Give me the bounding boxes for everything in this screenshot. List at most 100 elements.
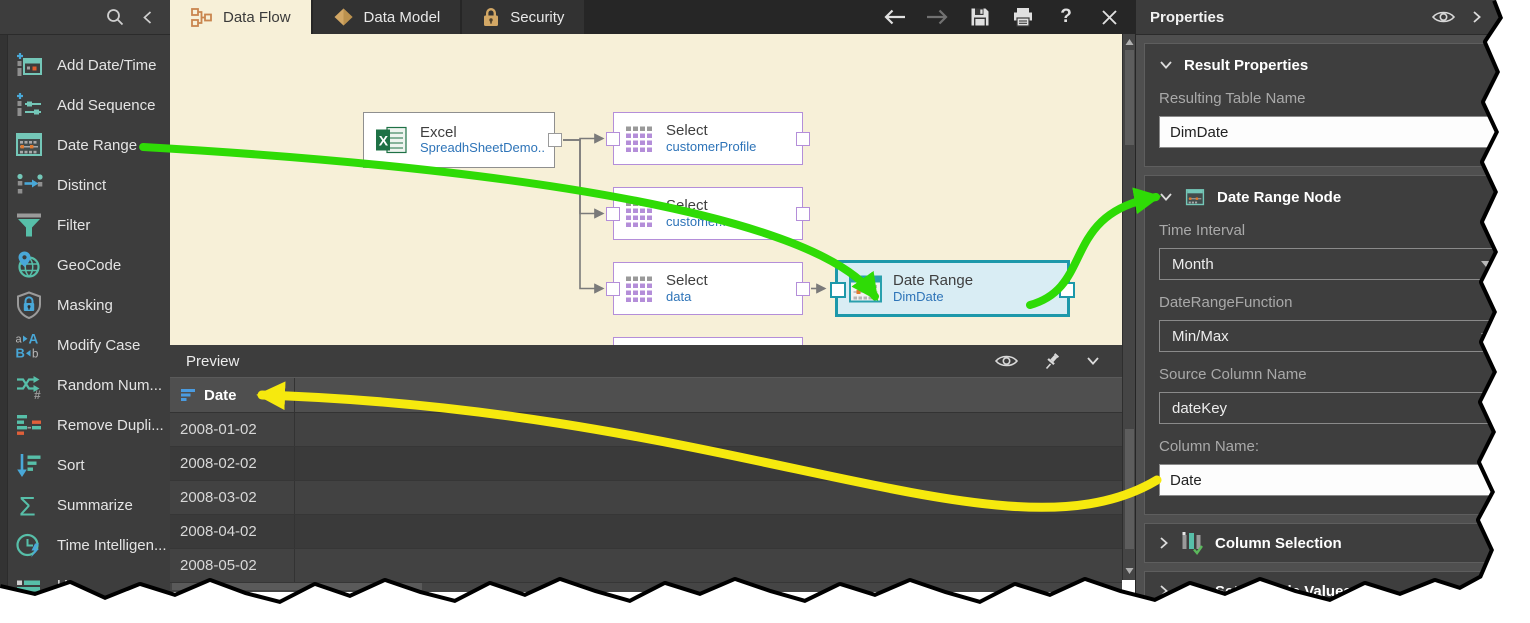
node-select-customerprofile[interactable]: SelectcustomerProfile [613,112,803,165]
section-header-column-selection[interactable]: Column Selection [1159,532,1505,554]
chevron-down-icon [1159,60,1173,70]
time-interval-dropdown[interactable]: Month [1159,248,1505,280]
sidebar-item-date-range[interactable]: Date Range [8,125,170,165]
properties-sections: Result PropertiesResulting Table NameDim… [1136,43,1530,611]
output-port[interactable] [796,132,810,146]
select-icon [624,124,656,154]
close-icon [1101,9,1118,26]
dataflow-canvas[interactable]: XExcelSpreadhSheetDemo... SelectcustomerP… [170,34,1122,345]
back-button[interactable] [882,5,906,29]
print-button[interactable] [1011,5,1035,29]
caret-down-icon [1480,404,1492,412]
preview-grid-rows: 2008-01-022008-02-022008-03-022008-04-02… [170,413,1122,583]
dropdown-value: dateKey [1172,400,1227,417]
table-row: 2008-05-02 [170,549,1122,583]
date-range-function-dropdown[interactable]: Min/Max [1159,320,1505,352]
date-range-icon [13,129,45,161]
sidebar-item-add-sequence[interactable]: Add Sequence [8,85,170,125]
sidebar-item-geocode[interactable]: GeoCode [8,245,170,285]
chevron-right-icon[interactable] [1472,10,1482,24]
close-button[interactable] [1097,5,1121,29]
section-header-set-variable-values[interactable]: #@Set Variable Values [1159,580,1505,602]
node-text: Selectdata [666,272,708,304]
scroll-thumb[interactable] [1125,50,1134,145]
output-port[interactable] [1059,282,1075,298]
resulting-table-name-input[interactable]: DimDate [1159,116,1505,148]
output-port[interactable] [796,207,810,221]
chevron-right-icon [1159,584,1169,598]
sidebar-item-label: Add Date/Time [57,57,157,74]
time-intelligence-icon [13,529,45,561]
sidebar-item-sort[interactable]: Sort [8,445,170,485]
node-select-customer[interactable]: Selectcustomer... [613,187,803,240]
node-subtitle: customerProfile [666,140,756,155]
node-excel-spreadhsheetdemo[interactable]: XExcelSpreadhSheetDemo... [363,112,555,168]
sidebar-item-un[interactable]: Un... [8,565,170,605]
search-icon[interactable] [105,7,125,27]
source-column-name-label: Source Column Name [1159,366,1505,383]
eye-icon[interactable] [994,353,1019,369]
column-header-date[interactable]: Date [170,378,295,412]
date-range-small-icon [1184,187,1206,208]
sidebar-item-filter[interactable]: Filter [8,205,170,245]
vertical-scrollbar[interactable] [1122,34,1136,580]
main-toolbar: ? [882,0,1135,34]
help-icon: ? [1060,6,1072,28]
tab-security[interactable]: Security [462,0,584,34]
source-column-name-dropdown[interactable]: dateKey [1159,392,1505,424]
input-port[interactable] [606,207,620,221]
scroll-thumb[interactable] [1125,429,1134,549]
section-header-result-properties[interactable]: Result Properties [1159,54,1505,76]
sidebar-item-time-intelligen[interactable]: Time Intelligen... [8,525,170,565]
table-row: 2008-03-02 [170,481,1122,515]
node-select-data[interactable]: Selectdata [613,262,803,315]
input-port[interactable] [606,132,620,146]
column-name-label: Column Name: [1159,438,1505,455]
tab-data-model[interactable]: Data Model [313,0,461,34]
preview-panel: Preview Date 2008-01-022008-02-022008-03… [170,345,1122,580]
properties-panel: Properties Result PropertiesResulting Ta… [1135,0,1530,623]
svg-text:B: B [16,346,25,361]
modify-case-icon: aABb [13,329,45,361]
pin-icon[interactable] [1043,352,1062,371]
sidebar-item-modify-case[interactable]: aABbModify Case [8,325,170,365]
collapse-sidebar-icon[interactable] [141,10,154,25]
node-select4[interactable] [613,337,803,345]
sidebar-item-summarize[interactable]: ΣSummarize [8,485,170,525]
tab-label: Data Flow [223,9,291,26]
set-variable-icon: #@ [1180,579,1204,603]
transform-sidebar: Add Date/Time Add Sequence Date RangeDisti… [0,0,170,612]
remove-duplicates-icon [13,409,45,441]
scroll-thumb[interactable] [172,582,422,590]
node-date-range-dimdate[interactable]: Date RangeDimDate [835,260,1070,317]
sidebar-item-random-num[interactable]: #Random Num... [8,365,170,405]
date-range-function-label: DateRangeFunction [1159,294,1505,311]
help-button[interactable]: ? [1054,5,1078,29]
dropdown-value: Min/Max [1172,328,1229,345]
input-port[interactable] [830,282,846,298]
chevron-down-icon[interactable] [1086,356,1100,366]
node-title: Select [666,122,756,139]
output-port[interactable] [796,282,810,296]
properties-header: Properties [1136,0,1530,35]
save-button[interactable] [968,5,992,29]
section-title: Result Properties [1184,57,1308,74]
sidebar-item-masking[interactable]: Masking [8,285,170,325]
forward-button[interactable] [925,5,949,29]
sidebar-item-add-date-time[interactable]: Add Date/Time [8,45,170,85]
node-text: ExcelSpreadhSheetDemo... [420,124,544,156]
input-port[interactable] [606,282,620,296]
column-name-input[interactable]: Date [1159,464,1505,496]
output-port[interactable] [548,133,562,147]
document-tabbar: Data Flow Data Model Security? [170,0,1135,34]
sidebar-item-label: Add Sequence [57,97,155,114]
table-cell-date: 2008-05-02 [170,549,295,582]
sidebar-item-label: Summarize [57,497,133,514]
tab-data-flow[interactable]: Data Flow [170,0,311,34]
select-icon [624,199,656,229]
sidebar-item-distinct[interactable]: Distinct [8,165,170,205]
eye-icon[interactable] [1431,9,1456,25]
section-header-date-range-node[interactable]: Date Range Node [1159,186,1505,208]
tab-label: Data Model [364,9,441,26]
sidebar-item-remove-dupli[interactable]: Remove Dupli... [8,405,170,445]
